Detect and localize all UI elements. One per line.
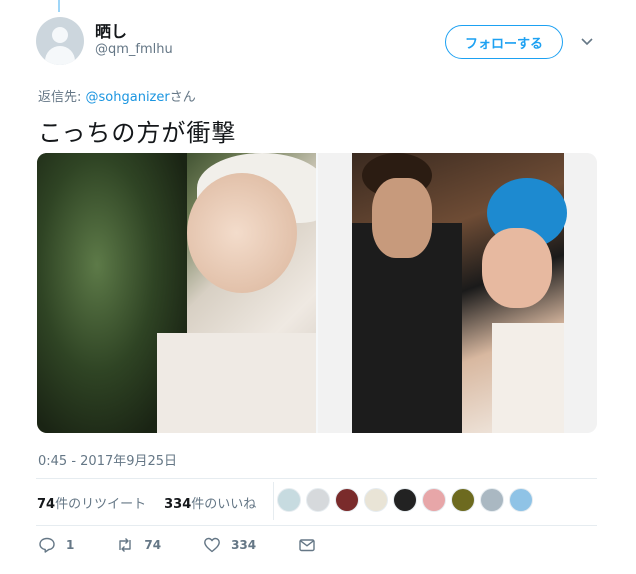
tweet-timestamp[interactable]: 0:45 - 2017年9月25日 xyxy=(38,450,177,469)
photo-2-face-woman xyxy=(482,228,552,308)
direct-message-action[interactable] xyxy=(298,536,326,554)
follow-button[interactable]: フォローする xyxy=(445,25,563,59)
reply-mention-link[interactable]: @sohganizer xyxy=(86,90,170,105)
liker-avatar-5[interactable] xyxy=(393,488,417,512)
like-action[interactable]: 334 xyxy=(203,536,256,554)
photo-2[interactable] xyxy=(318,153,597,433)
media-grid xyxy=(37,153,597,433)
author-avatar[interactable] xyxy=(36,17,84,65)
default-avatar-body xyxy=(45,46,75,65)
retweet-action[interactable]: 74 xyxy=(116,536,161,554)
reply-prefix: 返信先: xyxy=(38,90,86,105)
reply-action[interactable]: 1 xyxy=(38,536,74,554)
default-avatar-head xyxy=(52,27,68,43)
retweet-icon xyxy=(119,538,132,552)
retweet-stat-label: 件のリツイート xyxy=(55,497,147,512)
liker-avatar-7[interactable] xyxy=(451,488,475,512)
reply-count: 1 xyxy=(66,538,75,552)
like-stat-label: 件のいいね xyxy=(191,497,257,512)
like-stat-count: 334 xyxy=(164,497,192,512)
chevron-down-icon[interactable] xyxy=(580,34,594,48)
liker-avatar-8[interactable] xyxy=(480,488,504,512)
divider-top xyxy=(36,478,597,479)
photo-2-image xyxy=(352,153,567,433)
heart-icon xyxy=(204,537,220,553)
liker-avatar-4[interactable] xyxy=(364,488,388,512)
photo-1-dress xyxy=(157,333,316,433)
author-handle[interactable]: @qm_fmlhu xyxy=(95,42,173,57)
reply-icon xyxy=(39,537,55,553)
photo-1[interactable] xyxy=(37,153,316,433)
envelope-icon xyxy=(299,539,315,552)
stats-separator xyxy=(273,482,274,520)
tweet-text: こっちの方が衝撃 xyxy=(38,119,237,147)
photo-2-face-man xyxy=(372,178,432,258)
author-display-name[interactable]: 晒し xyxy=(95,18,127,42)
retweet-stat-count: 74 xyxy=(37,497,56,512)
thread-connector-line xyxy=(58,0,60,12)
liker-avatar-2[interactable] xyxy=(306,488,330,512)
photo-1-face xyxy=(187,173,297,293)
like-stat[interactable]: 334件のいいね xyxy=(164,493,256,512)
divider-bottom xyxy=(36,525,597,526)
liker-avatar-3[interactable] xyxy=(335,488,359,512)
like-count: 334 xyxy=(231,538,257,552)
retweet-stat[interactable]: 74件のリツイート xyxy=(37,493,146,512)
liker-avatars xyxy=(277,488,533,512)
reply-suffix: さん xyxy=(169,90,196,105)
retweet-count: 74 xyxy=(144,538,162,552)
liker-avatar-6[interactable] xyxy=(422,488,446,512)
photo-2-dress xyxy=(492,323,564,433)
liker-avatar-9[interactable] xyxy=(509,488,533,512)
liker-avatar-1[interactable] xyxy=(277,488,301,512)
reply-context: 返信先: @sohganizerさん xyxy=(38,86,196,105)
tweet-actions: 1 74 334 xyxy=(38,536,368,554)
tweet-stats: 74件のリツイート 334件のいいね xyxy=(37,493,256,512)
